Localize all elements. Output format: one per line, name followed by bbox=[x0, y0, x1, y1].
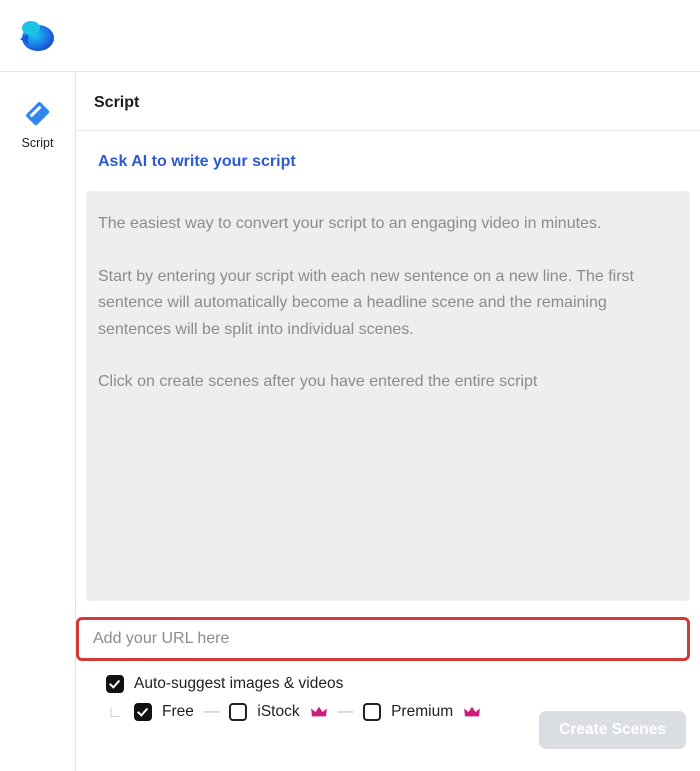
url-input[interactable] bbox=[76, 617, 690, 661]
sidebar-item-label: Script bbox=[22, 136, 54, 150]
top-bar bbox=[0, 0, 700, 72]
crown-icon bbox=[463, 705, 481, 719]
sidebar: Script bbox=[0, 72, 76, 771]
url-row bbox=[76, 617, 690, 661]
separator: — bbox=[338, 703, 354, 721]
ask-ai-link[interactable]: Ask AI to write your script bbox=[98, 153, 296, 170]
section-header: Script bbox=[76, 72, 700, 131]
crown-icon bbox=[310, 705, 328, 719]
auto-suggest-checkbox[interactable] bbox=[106, 675, 124, 693]
istock-checkbox[interactable] bbox=[229, 703, 247, 721]
script-textarea[interactable]: The easiest way to convert your script t… bbox=[86, 191, 690, 601]
ask-ai-row: Ask AI to write your script bbox=[76, 131, 700, 191]
auto-suggest-label: Auto-suggest images & videos bbox=[134, 675, 343, 693]
separator: — bbox=[204, 703, 220, 721]
main-panel: Script Ask AI to write your script The e… bbox=[76, 72, 700, 771]
premium-label: Premium bbox=[391, 703, 453, 721]
page-title: Script bbox=[94, 94, 139, 111]
free-label: Free bbox=[162, 703, 194, 721]
free-checkbox[interactable] bbox=[134, 703, 152, 721]
istock-label: iStock bbox=[257, 703, 299, 721]
app-logo bbox=[16, 16, 56, 56]
tree-branch-icon: ∟ bbox=[106, 704, 124, 721]
premium-checkbox[interactable] bbox=[363, 703, 381, 721]
script-icon[interactable] bbox=[22, 98, 54, 130]
create-scenes-button[interactable]: Create Scenes bbox=[539, 711, 686, 749]
